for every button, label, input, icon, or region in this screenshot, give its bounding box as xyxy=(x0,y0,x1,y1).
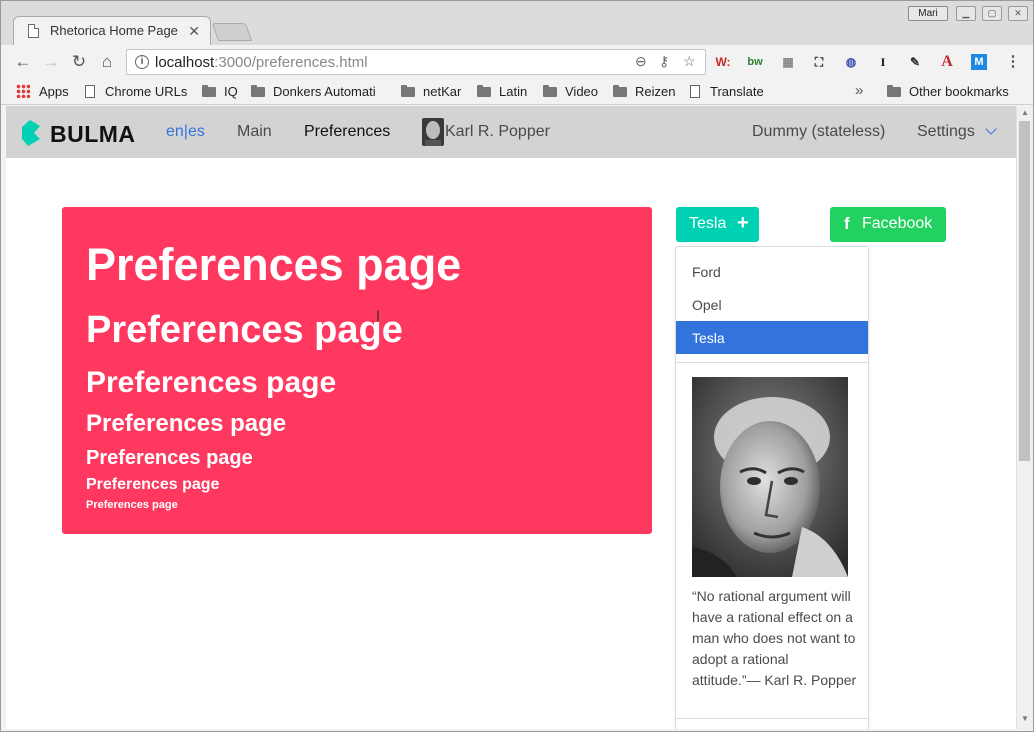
ext-grid-icon[interactable]: ▦ xyxy=(780,54,796,70)
bookmark-star-icon[interactable]: ☆ xyxy=(683,53,696,70)
close-window-button[interactable]: ✕ xyxy=(1008,6,1028,21)
tesla-button-label: Tesla xyxy=(689,215,727,232)
chevron-down-icon xyxy=(985,123,997,135)
scrollbar-thumb[interactable] xyxy=(1019,121,1030,461)
address-bar[interactable]: i localhost:3000/preferences.html ⊖ ⚷ ☆ xyxy=(126,49,706,75)
dropdown-menu: Ford Opel Tesla “No rational argument wi… xyxy=(675,246,869,729)
heading-4: Preferences page xyxy=(86,410,287,437)
url-text: localhost:3000/preferences.html xyxy=(155,54,368,71)
page-viewport: BULMA en|es Main Preferences Karl R. Pop… xyxy=(6,106,1016,729)
folder-icon xyxy=(613,85,627,97)
tab-strip: Rhetorica Home Page ✕ Mari ▁ ▢ ✕ xyxy=(1,1,1033,46)
nav-preferences[interactable]: Preferences xyxy=(304,123,390,141)
brand-name: BULMA xyxy=(50,121,136,147)
folder-icon xyxy=(202,85,216,97)
reload-icon[interactable]: ↻ xyxy=(69,52,89,72)
folder-icon xyxy=(251,85,265,97)
bookmark-iq[interactable]: IQ xyxy=(202,84,238,99)
ext-i-icon[interactable]: I xyxy=(875,54,891,70)
bookmark-video[interactable]: Video xyxy=(543,84,598,99)
new-tab-button[interactable] xyxy=(211,23,253,41)
scroll-up-icon[interactable]: ▲ xyxy=(1021,108,1029,117)
browser-window: Rhetorica Home Page ✕ Mari ▁ ▢ ✕ ← → ↻ ⌂… xyxy=(0,0,1034,732)
apps-icon xyxy=(16,84,30,98)
heading-6: Preferences page xyxy=(86,476,220,493)
avatar xyxy=(422,118,444,146)
bookmarks-overflow-icon[interactable]: » xyxy=(855,82,863,99)
folder-icon xyxy=(887,85,901,97)
bookmarks-bar: Apps Chrome URLs IQ Donkers Automati net… xyxy=(1,79,1033,105)
browser-toolbar: ← → ↻ ⌂ i localhost:3000/preferences.htm… xyxy=(1,45,1033,79)
browser-tab[interactable]: Rhetorica Home Page ✕ xyxy=(13,16,211,46)
language-switch[interactable]: en|es xyxy=(166,123,205,141)
close-tab-icon[interactable]: ✕ xyxy=(188,23,200,40)
heading-5: Preferences page xyxy=(86,447,253,469)
plus-icon: + xyxy=(737,212,749,234)
browser-menu-icon[interactable]: ⋮ xyxy=(1005,54,1021,70)
bookmark-other[interactable]: Other bookmarks xyxy=(887,84,1009,99)
dropdown-divider-bottom xyxy=(676,718,868,719)
ext-m-icon[interactable]: M xyxy=(971,54,987,70)
bookmark-translate[interactable]: Translate xyxy=(690,84,764,99)
dropdown-item-opel[interactable]: Opel xyxy=(676,288,868,321)
ext-bw-icon[interactable]: bw xyxy=(747,54,763,70)
maximize-button[interactable]: ▢ xyxy=(982,6,1002,21)
page-icon xyxy=(85,85,95,98)
heading-7: Preferences page xyxy=(86,499,178,511)
bookmark-donkers[interactable]: Donkers Automati xyxy=(251,84,388,99)
scroll-down-icon[interactable]: ▼ xyxy=(1021,714,1029,723)
bookmark-chrome-urls[interactable]: Chrome URLs xyxy=(85,84,187,99)
ext-a-icon[interactable]: A xyxy=(939,54,955,70)
folder-icon xyxy=(543,85,557,97)
heading-2: Preferences page xyxy=(86,309,403,351)
key-icon[interactable]: ⚷ xyxy=(659,53,669,70)
ext-tool-icon[interactable]: ✎ xyxy=(907,54,923,70)
ext-w-icon[interactable]: W: xyxy=(715,54,731,70)
tab-title: Rhetorica Home Page xyxy=(50,23,178,38)
dropdown-item-ford[interactable]: Ford xyxy=(676,255,868,288)
dropdown-divider xyxy=(676,362,868,363)
folder-icon xyxy=(401,85,415,97)
bookmark-apps[interactable]: Apps xyxy=(16,84,69,99)
heading-3: Preferences page xyxy=(86,366,337,399)
home-icon[interactable]: ⌂ xyxy=(97,52,117,72)
ext-capture-icon[interactable]: ⛶ xyxy=(811,54,827,70)
heading-1: Preferences page xyxy=(86,239,462,290)
popper-quote: “No rational argument will have a ration… xyxy=(692,588,857,688)
nav-settings[interactable]: Settings xyxy=(917,123,997,141)
dropdown-item-tesla[interactable]: Tesla xyxy=(676,321,868,354)
bookmark-latin[interactable]: Latin xyxy=(477,84,527,99)
ext-globe-icon[interactable]: ◍ xyxy=(843,54,859,70)
text-cursor-icon: I xyxy=(376,309,381,325)
nav-dummy[interactable]: Dummy (stateless) xyxy=(752,123,885,141)
bookmark-netkar[interactable]: netKar xyxy=(401,84,461,99)
facebook-button[interactable]: f Facebook xyxy=(830,207,946,242)
back-arrow-icon[interactable]: ← xyxy=(13,52,33,72)
facebook-button-label: Facebook xyxy=(862,215,933,232)
page-favicon-icon xyxy=(28,24,39,38)
page-icon xyxy=(690,85,700,98)
bookmark-reizen[interactable]: Reizen xyxy=(613,84,675,99)
nav-main[interactable]: Main xyxy=(237,123,272,141)
facebook-icon: f xyxy=(844,214,850,233)
profile-button[interactable]: Mari xyxy=(908,6,948,21)
minimize-button[interactable]: ▁ xyxy=(956,6,976,21)
navbar: BULMA en|es Main Preferences Karl R. Pop… xyxy=(6,106,1016,158)
zoom-icon[interactable]: ⊖ xyxy=(635,53,647,70)
nav-user[interactable]: Karl R. Popper xyxy=(445,123,550,141)
popper-portrait xyxy=(692,377,848,577)
forward-arrow-icon[interactable]: → xyxy=(41,52,61,72)
hero-box: Preferences page Preferences page Prefer… xyxy=(62,207,652,534)
folder-icon xyxy=(477,85,491,97)
tesla-button[interactable]: Tesla + xyxy=(676,207,759,242)
site-info-icon[interactable]: i xyxy=(135,55,149,69)
page-scrollbar[interactable]: ▲ ▼ xyxy=(1016,106,1033,729)
bulma-logo-icon xyxy=(22,120,40,146)
